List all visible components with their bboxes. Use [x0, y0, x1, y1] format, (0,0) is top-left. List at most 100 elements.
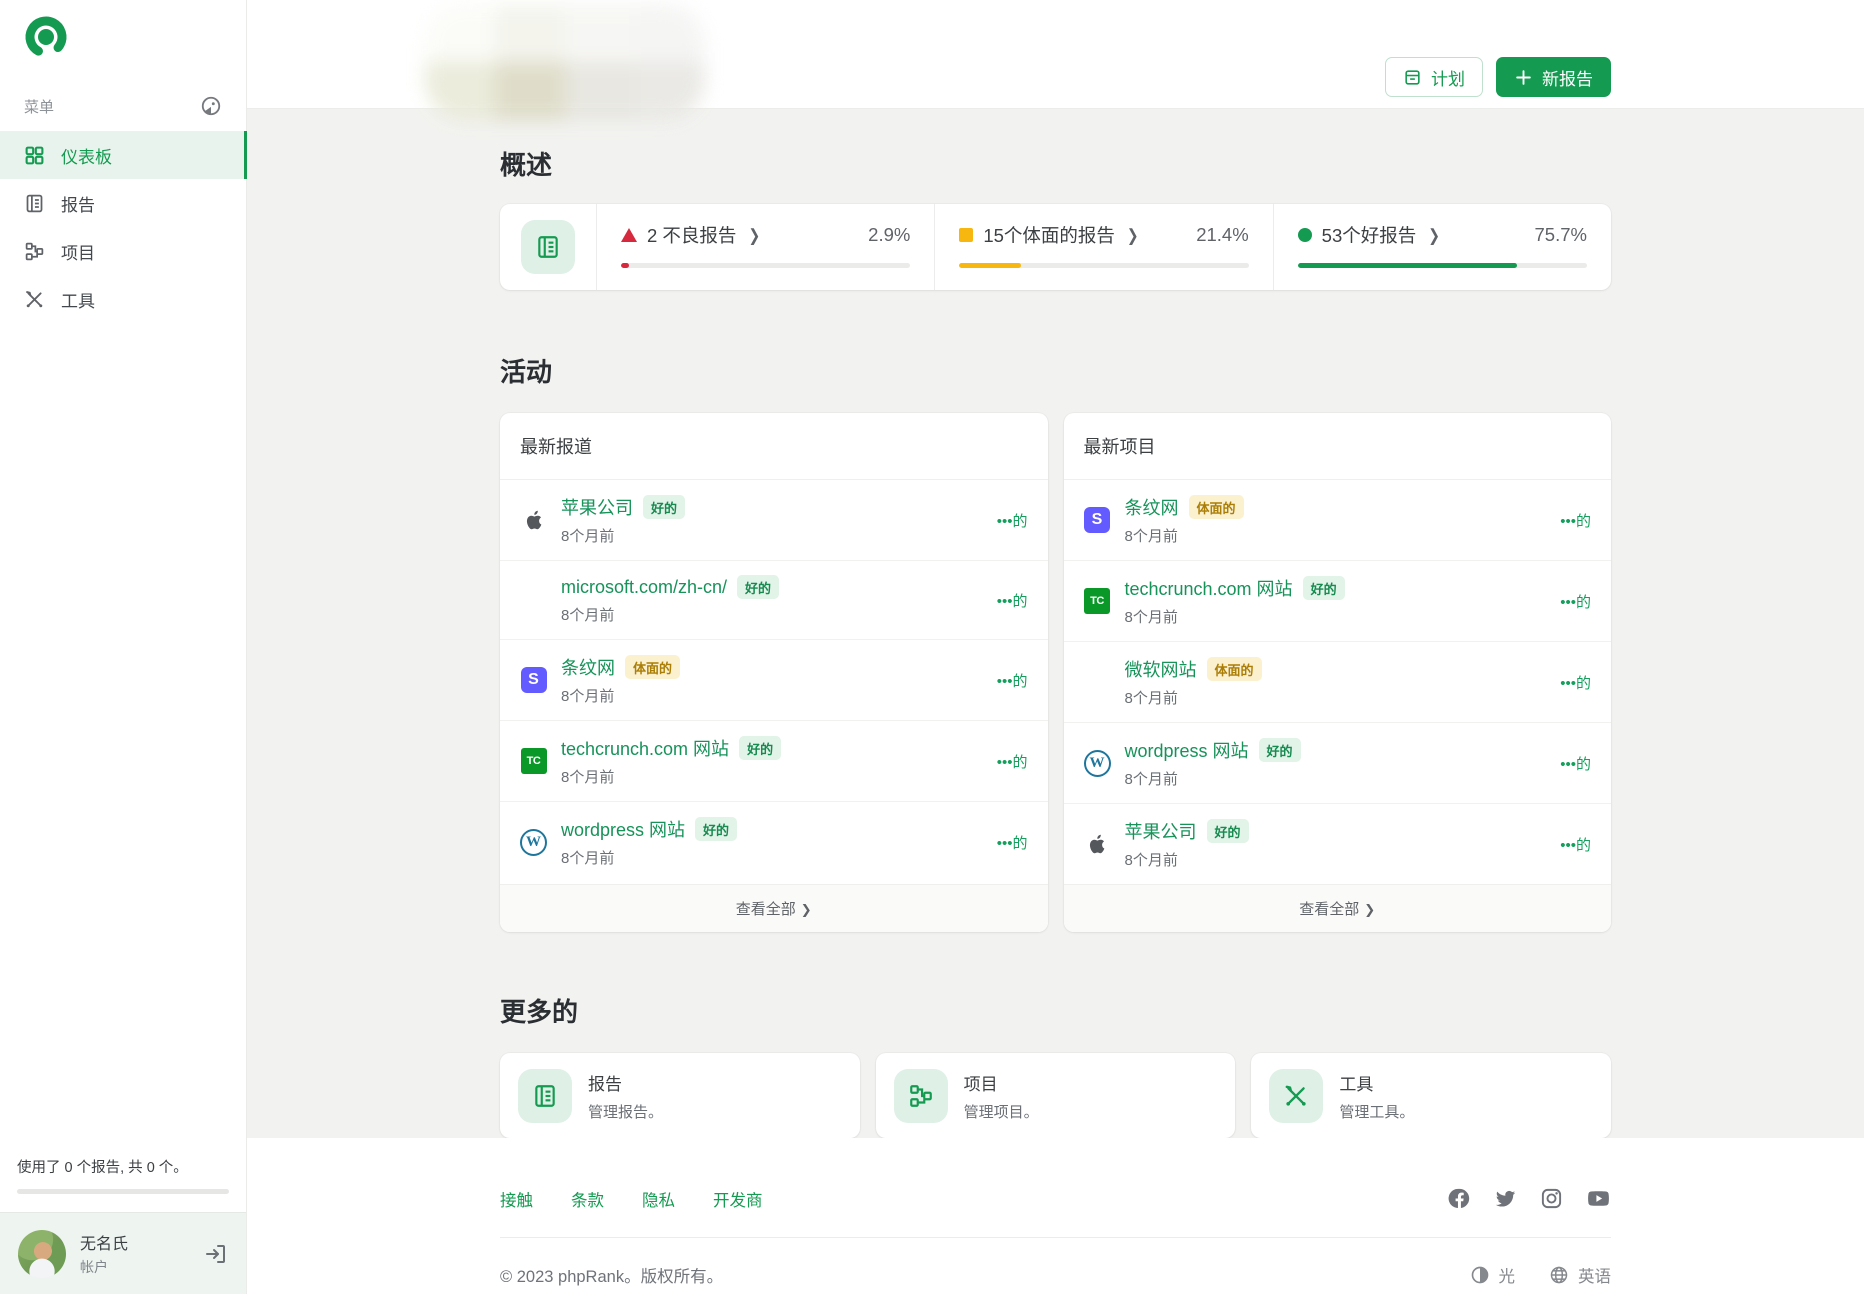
more-link[interactable]: •••的 — [1560, 672, 1591, 693]
footer-link-developers[interactable]: 开发商 — [713, 1187, 763, 1211]
row-time: 8个月前 — [561, 528, 615, 545]
more-link[interactable]: •••的 — [997, 590, 1028, 611]
plan-button[interactable]: 计划 — [1385, 57, 1483, 97]
stat-label-link[interactable]: 2 不良报告 — [647, 222, 736, 248]
reports-icon — [24, 193, 45, 214]
footer-toggles: 光 英语 — [1470, 1263, 1611, 1287]
list-item[interactable]: TC techcrunch.com 网站 好的 8个月前 •••的 — [1063, 560, 1611, 641]
sidebar-item-label: 项目 — [61, 243, 95, 263]
status-badge: 好的 — [1302, 576, 1345, 600]
list-title: 最新项目 — [1063, 413, 1611, 480]
more-link[interactable]: •••的 — [997, 832, 1028, 853]
language-label: 英语 — [1578, 1268, 1611, 1286]
list-item[interactable]: microsoft.com/zh-cn/ 好的 8个月前 •••的 — [500, 560, 1048, 639]
more-link[interactable]: •••的 — [997, 510, 1028, 531]
theme-light-toggle[interactable]: 光 — [1470, 1263, 1515, 1287]
contrast-icon — [1471, 1266, 1488, 1284]
project-link[interactable]: wordpress 网站 — [1125, 737, 1249, 763]
project-link[interactable]: 条纹网 — [1125, 494, 1179, 520]
facebook-icon[interactable] — [1448, 1187, 1471, 1210]
list-item[interactable]: S 条纹网 体面的 8个月前 •••的 — [1064, 480, 1612, 560]
chevron-right-icon: ❯ — [1126, 224, 1139, 244]
topbar: 计划 新报告 — [247, 0, 1864, 120]
stat-bad-reports: 2 不良报告 ❯ 2.9% — [597, 204, 934, 290]
list-item[interactable]: S 条纹网 体面的 8个月前 •••的 — [500, 639, 1048, 720]
view-all-button[interactable]: 查看全部 ❯ — [500, 884, 1048, 932]
stat-decent-reports: 15个体面的报告 ❯ 21.4% — [935, 204, 1272, 290]
more-link[interactable]: •••的 — [1560, 591, 1591, 612]
more-card-desc: 管理项目。 — [963, 1103, 1039, 1121]
sidebar-item-projects[interactable]: 项目 — [0, 227, 246, 275]
row-main: wordpress 网站 好的 8个月前 — [561, 816, 983, 868]
user-account[interactable]: 无名氏 帐户 — [0, 1212, 246, 1294]
more-card-tools[interactable]: 工具 管理工具。 — [1251, 1053, 1612, 1138]
red-triangle-icon — [621, 228, 637, 242]
list-item[interactable]: 微软网站 体面的 8个月前 •••的 — [1063, 641, 1611, 722]
row-time: 8个月前 — [1124, 528, 1178, 545]
project-link[interactable]: 微软网站 — [1125, 656, 1197, 682]
project-link[interactable]: techcrunch.com 网站 — [1125, 575, 1293, 601]
overview-icon-cell — [500, 204, 596, 290]
report-link[interactable]: 苹果公司 — [561, 494, 633, 520]
list-item[interactable]: W wordpress 网站 好的 8个月前 •••的 — [1063, 722, 1611, 803]
report-link[interactable]: microsoft.com/zh-cn/ — [561, 577, 727, 598]
project-link[interactable]: 苹果公司 — [1125, 818, 1197, 844]
logout-icon[interactable] — [204, 1242, 228, 1266]
user-name: 无名氏 — [80, 1236, 129, 1253]
youtube-icon[interactable] — [1586, 1186, 1611, 1211]
more-link[interactable]: •••的 — [997, 751, 1028, 772]
row-time: 8个月前 — [561, 607, 615, 624]
more-link[interactable]: •••的 — [997, 670, 1028, 691]
status-badge: 体面的 — [625, 655, 681, 679]
stat-label-link[interactable]: 15个体面的报告 — [983, 222, 1115, 248]
theme-toggle-icon[interactable] — [200, 95, 222, 117]
status-badge: 好的 — [643, 495, 686, 519]
more-card-title: 项目 — [963, 1074, 998, 1094]
footer-link-terms[interactable]: 条款 — [571, 1187, 604, 1211]
instagram-icon[interactable] — [1540, 1187, 1563, 1210]
more-link[interactable]: •••的 — [1560, 834, 1591, 855]
social-icons — [1448, 1186, 1611, 1211]
row-time: 8个月前 — [561, 688, 615, 705]
more-card-desc: 管理工具。 — [1339, 1103, 1415, 1121]
row-main: 苹果公司 好的 8个月前 — [561, 494, 983, 546]
new-report-button[interactable]: 新报告 — [1496, 57, 1611, 97]
report-link[interactable]: 条纹网 — [561, 654, 615, 680]
brand-logo-icon — [25, 16, 67, 58]
status-badge: 好的 — [1206, 819, 1249, 843]
list-item[interactable]: TC techcrunch.com 网站 好的 8个月前 •••的 — [500, 720, 1048, 801]
list-item[interactable]: 苹果公司 好的 8个月前 •••的 — [500, 480, 1048, 560]
list-item[interactable]: W wordpress 网站 好的 8个月前 •••的 — [500, 801, 1048, 882]
more-link[interactable]: •••的 — [1560, 510, 1591, 531]
more-card-title: 工具 — [1339, 1074, 1374, 1094]
footer-link-privacy[interactable]: 隐私 — [642, 1187, 675, 1211]
list-title: 最新报道 — [500, 413, 1048, 480]
status-badge: 好的 — [695, 817, 738, 841]
overview-card: 2 不良报告 ❯ 2.9% 15个体面的报告 ❯ 21.4% 53个好报告 ❯ … — [500, 204, 1611, 290]
sidebar-item-dashboard[interactable]: 仪表板 — [0, 131, 247, 179]
apple-icon — [520, 507, 547, 534]
row-main: wordpress 网站 好的 8个月前 — [1125, 737, 1547, 789]
logo[interactable] — [0, 0, 246, 65]
footer: 接触 条款 隐私 开发商 © 2023 phpRank。版权所有。 光 英语 — [247, 1138, 1864, 1294]
stat-label-link[interactable]: 53个好报告 — [1322, 222, 1417, 248]
row-main: 微软网站 体面的 8个月前 — [1125, 656, 1547, 708]
more-card-desc: 管理报告。 — [588, 1103, 664, 1121]
projects-chip-icon — [893, 1068, 948, 1123]
more-link[interactable]: •••的 — [1560, 753, 1591, 774]
row-main: 苹果公司 好的 8个月前 — [1125, 818, 1547, 870]
report-link[interactable]: wordpress 网站 — [561, 816, 685, 842]
status-badge: 体面的 — [1206, 657, 1262, 681]
more-card-projects[interactable]: 项目 管理项目。 — [875, 1053, 1236, 1138]
stat-value: 2.9% — [868, 224, 911, 245]
list-rows: 苹果公司 好的 8个月前 •••的 microsoft.com/zh-cn/ 好… — [500, 480, 1048, 882]
more-card-reports[interactable]: 报告 管理报告。 — [500, 1053, 860, 1138]
sidebar-item-reports[interactable]: 报告 — [0, 179, 246, 227]
list-item[interactable]: 苹果公司 好的 8个月前 •••的 — [1063, 803, 1611, 884]
language-selector[interactable]: 英语 — [1549, 1263, 1611, 1287]
view-all-button[interactable]: 查看全部 ❯ — [1063, 884, 1611, 932]
sidebar-item-tools[interactable]: 工具 — [0, 275, 246, 323]
report-link[interactable]: techcrunch.com 网站 — [561, 735, 729, 761]
twitter-icon[interactable] — [1494, 1187, 1517, 1210]
footer-link-contact[interactable]: 接触 — [500, 1187, 533, 1211]
